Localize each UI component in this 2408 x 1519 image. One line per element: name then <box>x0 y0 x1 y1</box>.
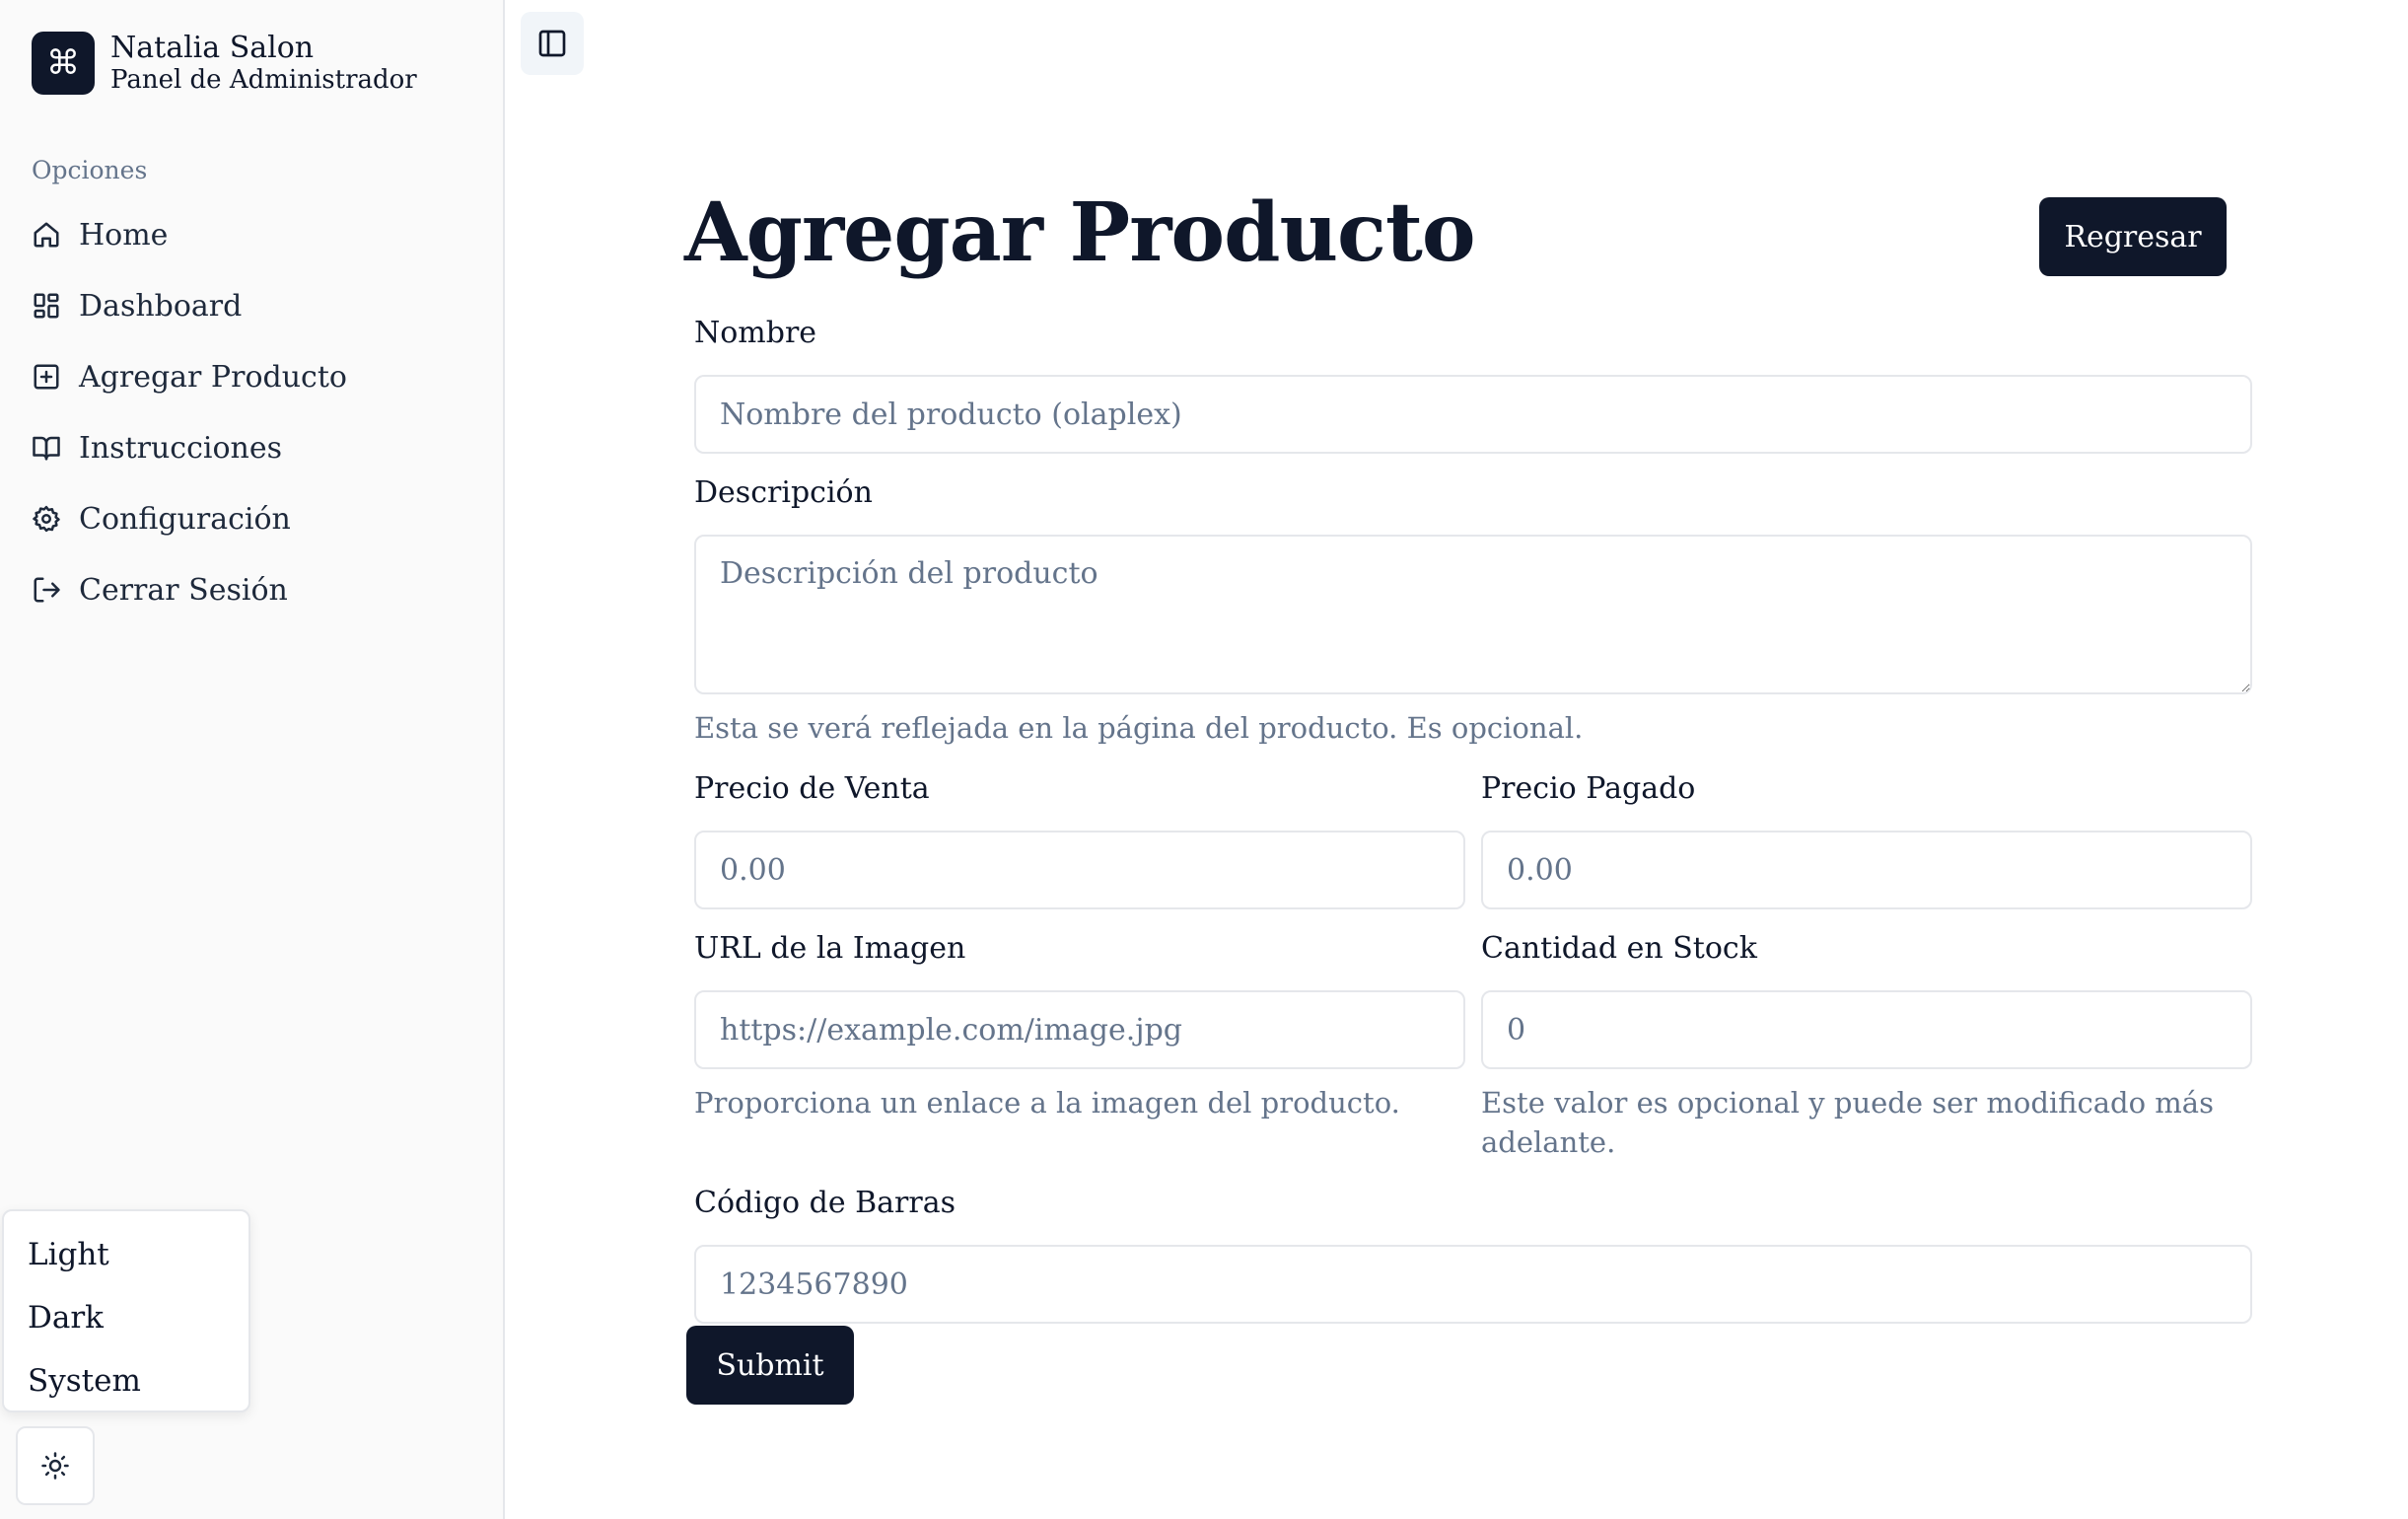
theme-option-light[interactable]: Light <box>4 1223 248 1286</box>
imagen-url-label: URL de la Imagen <box>694 931 966 966</box>
stock-label: Cantidad en Stock <box>1481 931 1757 966</box>
precio-pagado-label: Precio Pagado <box>1481 771 1696 806</box>
stock-help-text: Este valor es opcional y puede ser modif… <box>1481 1086 2214 1159</box>
descripcion-label: Descripción <box>694 475 873 510</box>
sidebar-nav: Home Dashboard Agregar Producto Instrucc… <box>20 199 485 625</box>
sidebar-item-cerrar-sesion[interactable]: Cerrar Sesión <box>20 554 485 625</box>
nombre-label: Nombre <box>694 316 817 350</box>
descripcion-help-text: Esta se verá reflejada en la página del … <box>694 711 1584 745</box>
stock-input[interactable] <box>1481 990 2252 1069</box>
gear-icon <box>33 505 60 533</box>
sidebar-item-label: Agregar Producto <box>79 359 347 395</box>
sidebar-group-label: Opciones <box>32 156 148 184</box>
brand-subtitle: Panel de Administrador <box>110 64 417 95</box>
sidebar-item-agregar-producto[interactable]: Agregar Producto <box>20 341 485 412</box>
precio-venta-input[interactable] <box>694 831 1465 909</box>
logout-icon <box>34 577 60 603</box>
sidebar-item-instrucciones[interactable]: Instrucciones <box>20 412 485 483</box>
book-open-icon <box>33 436 60 461</box>
sun-icon <box>41 1452 69 1480</box>
sidebar-item-dashboard[interactable]: Dashboard <box>20 270 485 341</box>
codigo-barras-input[interactable] <box>694 1245 2252 1324</box>
command-icon: ⌘ <box>32 32 95 96</box>
codigo-barras-label: Código de Barras <box>694 1186 956 1220</box>
home-icon <box>34 222 59 248</box>
brand-text: Natalia Salon Panel de Administrador <box>110 31 417 95</box>
sidebar-item-label: Home <box>79 217 169 253</box>
descripcion-textarea[interactable] <box>694 535 2252 694</box>
brand[interactable]: ⌘ Natalia Salon Panel de Administrador <box>32 31 417 96</box>
precio-venta-label: Precio de Venta <box>694 771 930 806</box>
nombre-input[interactable] <box>694 375 2252 454</box>
dashboard-icon <box>34 293 59 319</box>
sidebar: ⌘ Natalia Salon Panel de Administrador O… <box>0 0 505 1519</box>
plus-square-icon <box>34 364 59 390</box>
sidebar-toggle-button[interactable] <box>521 12 584 75</box>
panel-left-icon <box>538 30 566 57</box>
brand-title: Natalia Salon <box>110 31 315 65</box>
imagen-url-input[interactable] <box>694 990 1465 1069</box>
imagen-url-help-text: Proporciona un enlace a la imagen del pr… <box>694 1086 1400 1120</box>
theme-menu: Light Dark System <box>2 1209 250 1412</box>
app-root: ⌘ Natalia Salon Panel de Administrador O… <box>0 0 2408 1519</box>
submit-button[interactable]: Submit <box>686 1326 854 1405</box>
sidebar-item-label: Cerrar Sesión <box>79 572 288 608</box>
theme-option-system[interactable]: System <box>4 1349 248 1412</box>
sidebar-item-configuracion[interactable]: Configuración <box>20 483 485 554</box>
sidebar-item-home[interactable]: Home <box>20 199 485 270</box>
sidebar-item-label: Instrucciones <box>79 430 283 466</box>
sidebar-item-label: Dashboard <box>79 288 243 324</box>
theme-toggle-button[interactable] <box>16 1426 95 1505</box>
sidebar-item-label: Configuración <box>79 501 291 537</box>
theme-option-dark[interactable]: Dark <box>4 1286 248 1349</box>
back-button[interactable]: Regresar <box>2039 197 2227 276</box>
page-title: Agregar Producto <box>684 185 1476 280</box>
precio-pagado-input[interactable] <box>1481 831 2252 909</box>
